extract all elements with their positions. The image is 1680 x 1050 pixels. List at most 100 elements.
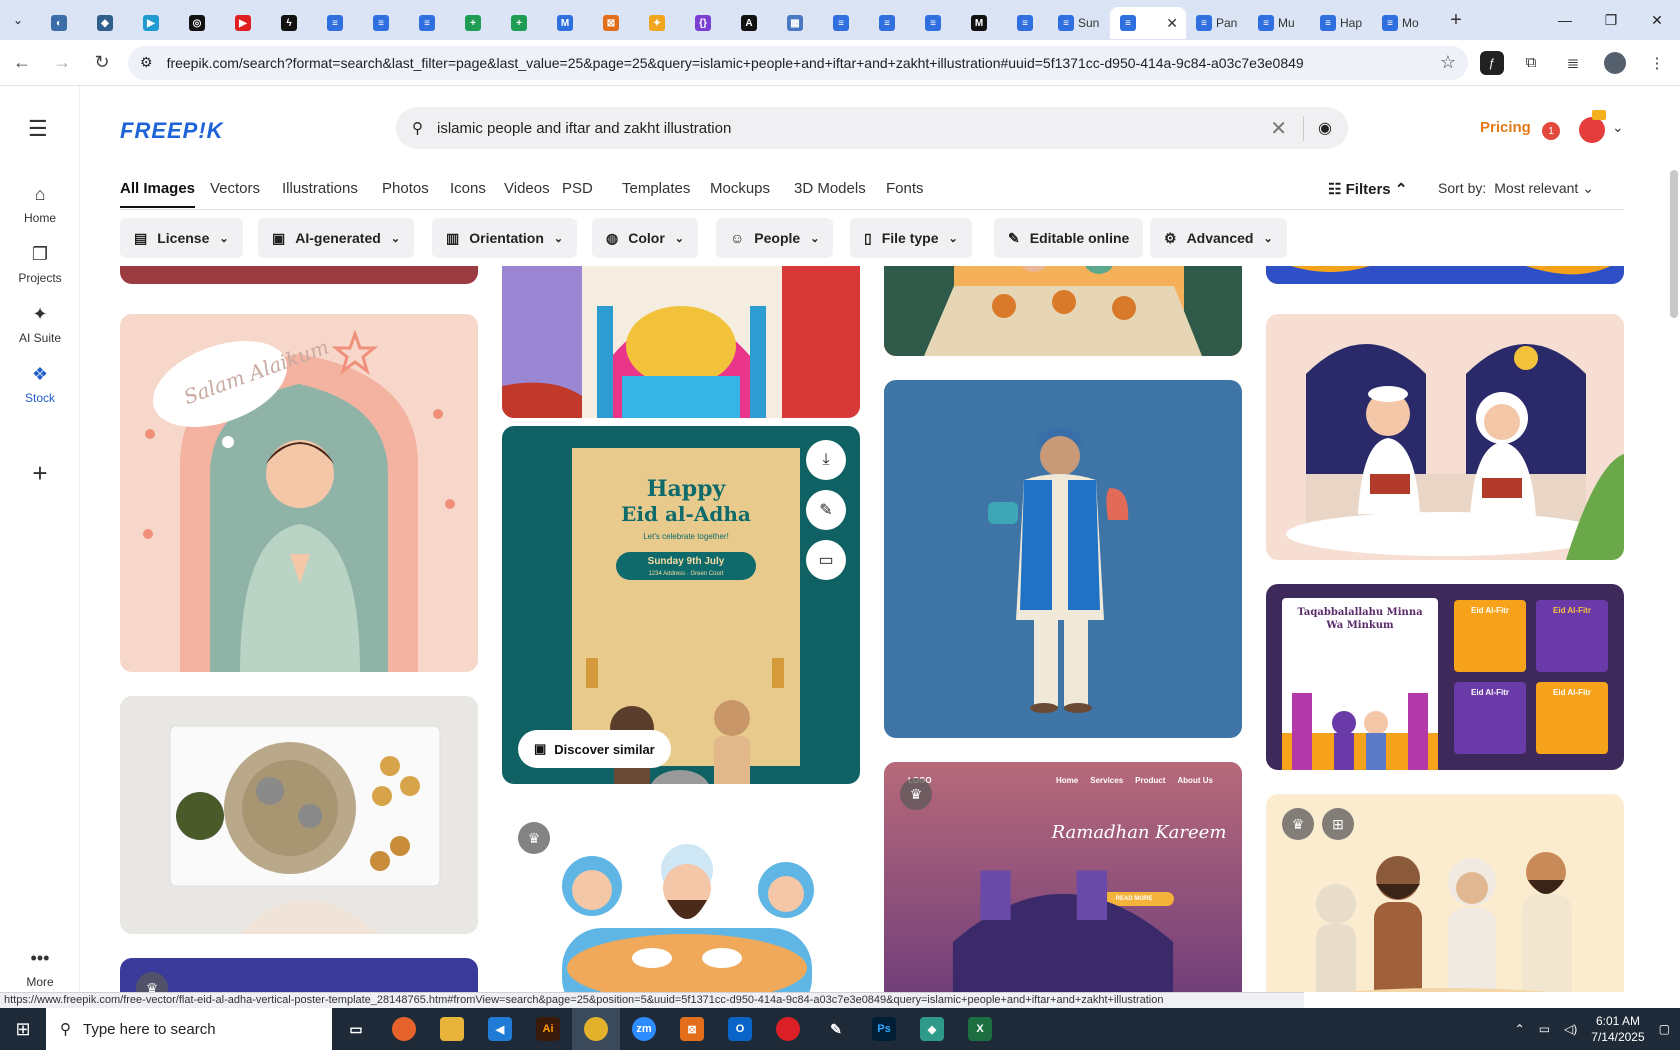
new-tab-button[interactable]: +	[1440, 4, 1472, 36]
browser-tab[interactable]: ▶	[128, 7, 174, 39]
tab-illustrations[interactable]: Illustrations	[282, 180, 358, 197]
address-bar[interactable]: ⚙ freepik.com/search?format=search&last_…	[128, 45, 1468, 80]
image-card-salam[interactable]: Salam Alaikum	[120, 314, 478, 672]
browser-tab[interactable]: ≡	[1002, 7, 1048, 39]
discover-similar-button[interactable]: ▣ Discover similar	[518, 730, 671, 768]
hamburger-menu-icon[interactable]: ☰	[28, 116, 48, 142]
windows-start-icon[interactable]: ⊞	[0, 1019, 46, 1040]
filters-toggle[interactable]: ☷ Filters ⌃	[1328, 180, 1407, 198]
notifications-icon[interactable]: ▢	[1659, 1022, 1670, 1036]
sort-dropdown[interactable]: Sort by: Most relevant ⌄	[1438, 180, 1594, 197]
file-explorer-icon[interactable]	[428, 1008, 476, 1050]
browser-tab[interactable]: ≡ Mu	[1248, 7, 1310, 39]
image-card-dinner-table[interactable]	[884, 266, 1242, 356]
browser-tab[interactable]: ≡	[312, 7, 358, 39]
image-card-reading-quran[interactable]	[1266, 314, 1624, 560]
app-diamond-icon[interactable]: ◆	[908, 1008, 956, 1050]
filter-color[interactable]: ◍ Color ⌄	[592, 218, 698, 258]
image-card-family-dinner[interactable]: ♛ ⊞	[1266, 794, 1624, 992]
filter-orientation[interactable]: ▥ Orientation ⌄	[432, 218, 578, 258]
nav-item-projects[interactable]: ❐ Projects	[0, 244, 80, 285]
image-card-eid-poster[interactable]: Happy Eid al-Adha Let's celebrate togeth…	[502, 426, 860, 784]
image-card-ramadhan-web[interactable]: LOGO HomeServicesProductAbout Us Ramadha…	[884, 762, 1242, 992]
browser-tab[interactable]: M	[542, 7, 588, 39]
notification-badge[interactable]: 1	[1542, 122, 1560, 140]
browser-tab[interactable]: ▦	[772, 7, 818, 39]
nav-more[interactable]: ••• More	[0, 948, 80, 989]
tab-psd[interactable]: PSD	[562, 180, 593, 197]
browser-tab[interactable]: ◐	[36, 7, 82, 39]
filter-people[interactable]: ☺ People ⌄	[716, 218, 834, 258]
browser-tab[interactable]: ≡ Hap	[1310, 7, 1372, 39]
browser-tab[interactable]: ⊠	[588, 7, 634, 39]
image-card-mosque-people[interactable]	[502, 266, 860, 418]
forward-button[interactable]: →	[44, 45, 80, 81]
restore-icon[interactable]: ❐	[1588, 0, 1634, 40]
browser-tab[interactable]: {}	[680, 7, 726, 39]
site-info-icon[interactable]: ⚙	[140, 54, 153, 71]
account-chevron-icon[interactable]: ⌄	[1612, 119, 1624, 136]
tab-mockups[interactable]: Mockups	[710, 180, 770, 197]
browser-tab[interactable]: ◎	[174, 7, 220, 39]
camera-search-icon[interactable]: ◉	[1318, 118, 1332, 138]
task-view-icon[interactable]: ▭	[332, 1008, 380, 1050]
pen-tool-icon[interactable]: ✎	[812, 1008, 860, 1050]
tab-fonts[interactable]: Fonts	[886, 180, 924, 197]
browser-tab[interactable]: ≡ Sun	[1048, 7, 1110, 39]
filter-advanced[interactable]: ⚙ Advanced ⌄	[1150, 218, 1287, 258]
search-bar[interactable]: ⚲ islamic people and iftar and zakht ill…	[396, 107, 1348, 149]
tab-vectors[interactable]: Vectors	[210, 180, 260, 197]
tab-templates[interactable]: Templates	[622, 180, 690, 197]
nav-item-home[interactable]: ⌂ Home	[0, 184, 80, 225]
edit-brush-icon[interactable]: ✎	[806, 490, 846, 530]
vscode-icon[interactable]: ◀	[476, 1008, 524, 1050]
browser-tab[interactable]: +	[450, 7, 496, 39]
user-avatar[interactable]	[1579, 117, 1605, 143]
tab-search-button[interactable]: ⌄	[0, 2, 36, 38]
illustrator-icon[interactable]: Ai	[524, 1008, 572, 1050]
browser-tab[interactable]: ≡	[818, 7, 864, 39]
freepik-logo[interactable]: FREEP!K	[120, 118, 224, 144]
tab-photos[interactable]: Photos	[382, 180, 429, 197]
image-card-eid-fitr-set[interactable]: Taqabbalallahu Minna Wa Minkum Eid Al-Fi…	[1266, 584, 1624, 770]
system-clock[interactable]: 6:01 AM 7/14/2025	[1591, 1013, 1644, 1045]
browser-tab[interactable]: +	[496, 7, 542, 39]
filter-file-type[interactable]: ▯ File type ⌄	[850, 218, 972, 258]
page-scrollbar[interactable]	[1670, 170, 1678, 318]
minimize-icon[interactable]: —	[1542, 0, 1588, 40]
profile-avatar[interactable]	[1600, 48, 1630, 78]
browser-tab[interactable]: ≡	[358, 7, 404, 39]
media-control-icon[interactable]: ≣	[1558, 48, 1588, 78]
extension-icon[interactable]: ƒ	[1480, 50, 1504, 75]
download-icon[interactable]: ⤓	[806, 440, 846, 480]
chrome-icon[interactable]	[572, 1008, 620, 1050]
image-card-family-iftar[interactable]: ♛	[502, 808, 860, 992]
network-icon[interactable]: ▭	[1539, 1022, 1550, 1036]
browser-tab-active[interactable]: ≡ ✕	[1110, 7, 1186, 39]
firefox-icon[interactable]	[380, 1008, 428, 1050]
back-button[interactable]: ←	[4, 45, 40, 81]
filter-license[interactable]: ▤ License ⌄	[120, 218, 243, 258]
outlook-icon[interactable]: O	[716, 1008, 764, 1050]
extensions-puzzle-icon[interactable]: ⧉	[1516, 48, 1546, 78]
clear-search-icon[interactable]: ✕	[1270, 115, 1305, 141]
browser-tab[interactable]: ≡	[404, 7, 450, 39]
browser-tab[interactable]: ▶	[220, 7, 266, 39]
volume-icon[interactable]: ◁)	[1564, 1022, 1577, 1036]
bookmark-star-icon[interactable]: ☆	[1440, 52, 1456, 73]
tab-icons[interactable]: Icons	[450, 180, 486, 197]
browser-tab[interactable]: ϟ	[266, 7, 312, 39]
image-card-iftar-photo[interactable]	[120, 696, 478, 934]
browser-tab[interactable]: A	[726, 7, 772, 39]
filter-ai-generated[interactable]: ▣ AI-generated ⌄	[258, 218, 415, 258]
image-card[interactable]: ♛	[120, 958, 478, 992]
reload-button[interactable]: ↻	[84, 45, 120, 81]
close-window-icon[interactable]: ✕	[1634, 0, 1680, 40]
tab-3d-models[interactable]: 3D Models	[794, 180, 866, 197]
add-button[interactable]: +	[0, 458, 80, 495]
browser-menu-icon[interactable]: ⋮	[1642, 48, 1672, 78]
browser-tab[interactable]: ≡	[910, 7, 956, 39]
address-url[interactable]: freepik.com/search?format=search&last_fi…	[167, 55, 1440, 71]
excel-icon[interactable]: X	[956, 1008, 1004, 1050]
photoshop-icon[interactable]: Ps	[860, 1008, 908, 1050]
